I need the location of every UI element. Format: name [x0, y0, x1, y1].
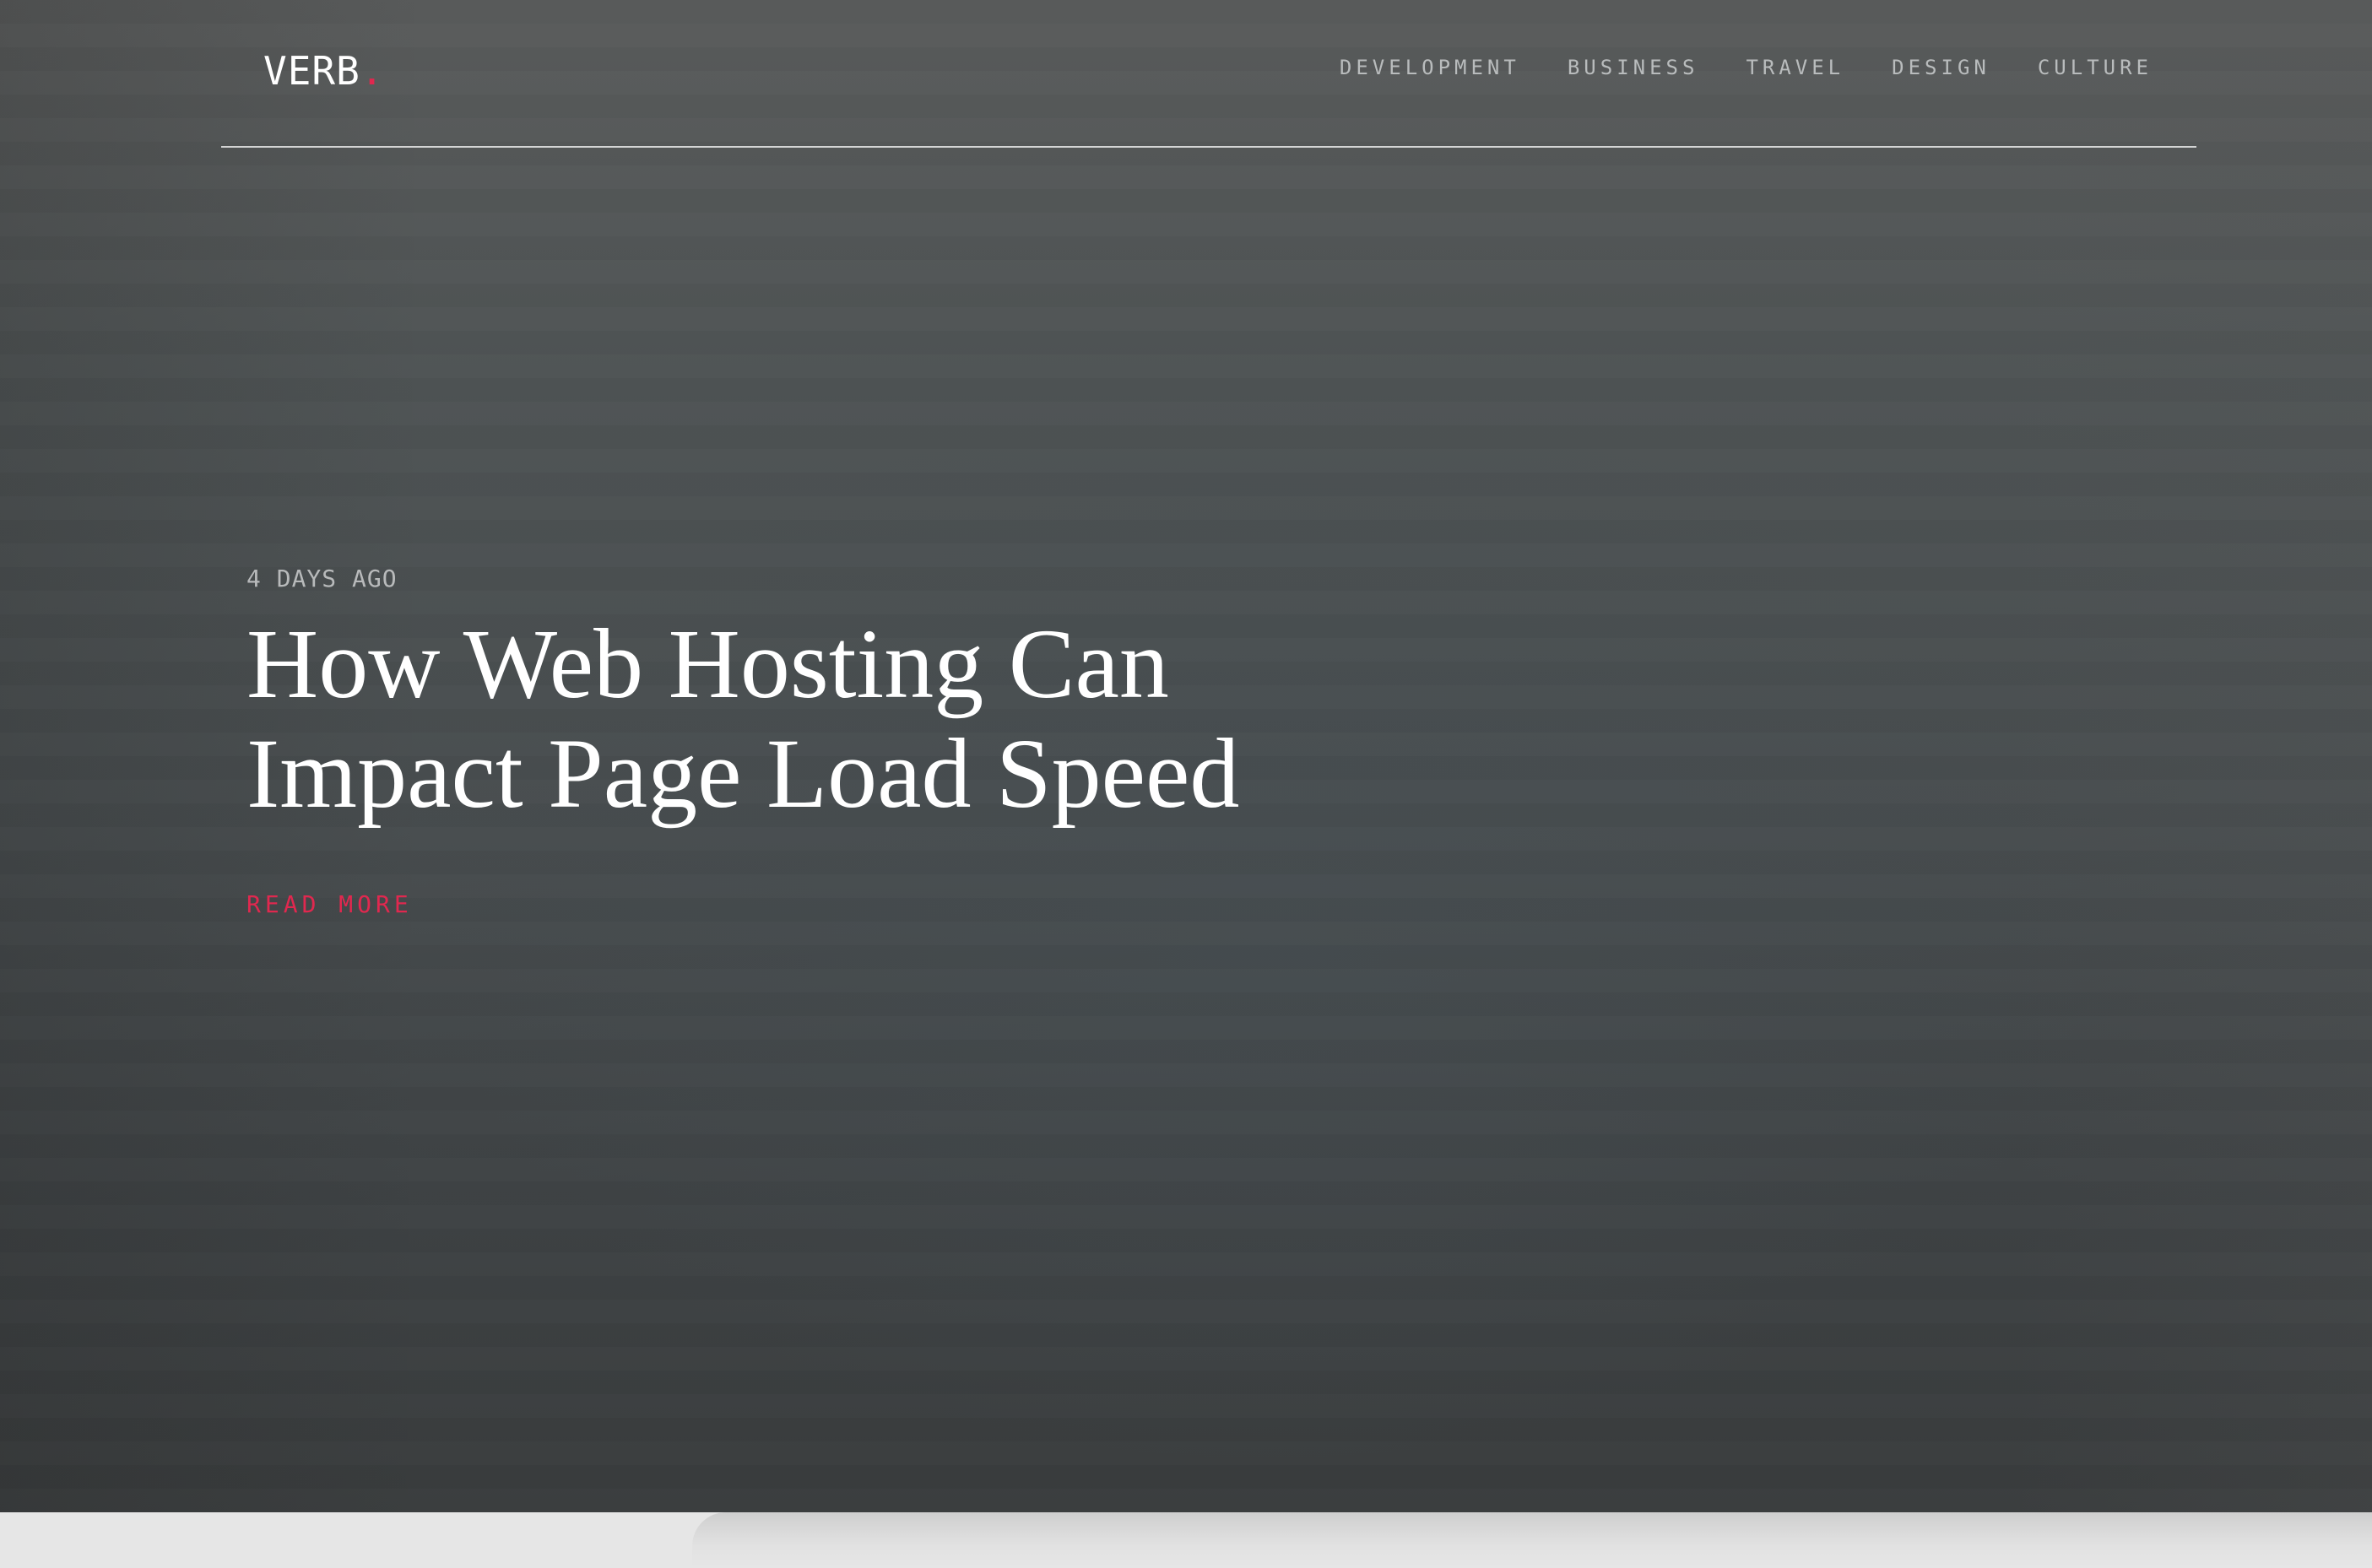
featured-post: 4 DAYS AGO How Web Hosting Can Impact Pa…: [246, 559, 1428, 922]
nav-item-culture[interactable]: CULTURE: [2038, 52, 2153, 83]
logo-text: VERB: [263, 48, 360, 94]
site-header: VERB. DEVELOPMENT BUSINESS TRAVEL DESIGN…: [221, 0, 2196, 148]
nav-item-travel[interactable]: TRAVEL: [1746, 52, 1844, 83]
post-title-line-1: How Web Hosting Can: [246, 608, 1169, 719]
site-logo[interactable]: VERB.: [263, 46, 384, 96]
content-section: [0, 1512, 2372, 1568]
post-title[interactable]: How Web Hosting Can Impact Page Load Spe…: [246, 609, 1428, 829]
logo-dot: .: [360, 48, 385, 94]
read-more-link[interactable]: READ MORE: [246, 888, 413, 922]
hero-section: VERB. DEVELOPMENT BUSINESS TRAVEL DESIGN…: [0, 0, 2372, 1512]
card-shadow: [692, 1512, 2372, 1568]
nav-item-business[interactable]: BUSINESS: [1568, 52, 1699, 83]
main-nav: DEVELOPMENT BUSINESS TRAVEL DESIGN CULTU…: [1292, 52, 2153, 83]
nav-item-design[interactable]: DESIGN: [1892, 52, 1990, 83]
post-date: 4 DAYS AGO: [246, 565, 398, 592]
post-title-line-2: Impact Page Load Speed: [246, 718, 1240, 829]
nav-item-development[interactable]: DEVELOPMENT: [1340, 52, 1520, 83]
